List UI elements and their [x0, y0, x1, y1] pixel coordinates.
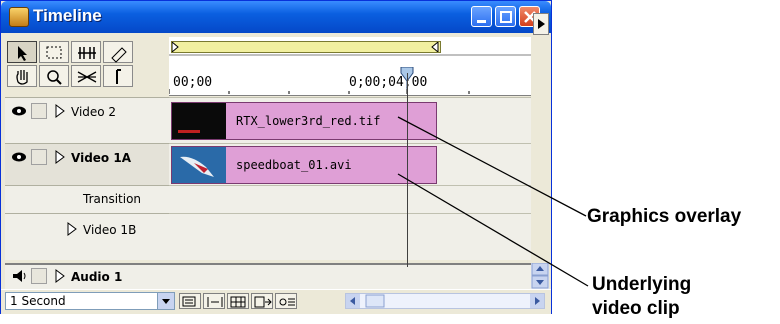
callout-underlying-line1: Underlying — [592, 274, 692, 295]
callout-underlying-line2: video clip — [592, 298, 680, 319]
callout-graphics-overlay: Graphics overlay — [587, 206, 742, 227]
